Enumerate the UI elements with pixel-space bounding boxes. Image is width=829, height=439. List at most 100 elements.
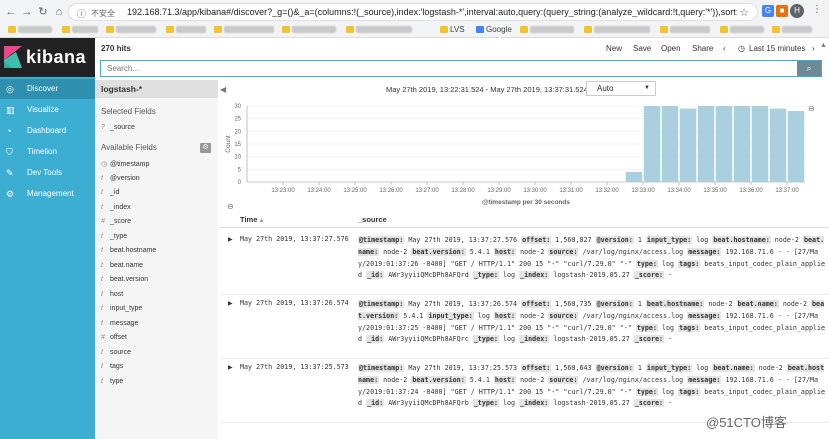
bookmark-blurred[interactable]	[106, 25, 156, 34]
scroll-up-icon[interactable]: ▲	[820, 42, 827, 49]
available-field-item[interactable]: t _id	[101, 189, 119, 196]
available-field-item[interactable]: t input_type	[101, 305, 142, 312]
bookmark-blurred[interactable]	[660, 25, 710, 34]
available-field-item[interactable]: t beat.name	[101, 262, 143, 269]
source-field-key: @timestamp:	[358, 300, 405, 308]
search-input[interactable]	[107, 62, 797, 75]
kibana-logo[interactable]: kibana	[0, 38, 95, 77]
timepicker-button[interactable]: Last 15 minutes	[749, 44, 805, 53]
field-type-icon: t	[101, 276, 103, 283]
available-field-item[interactable]: ◷ @timestamp	[101, 160, 149, 168]
y-tick-label: 10	[234, 155, 241, 161]
bookmark-google[interactable]: Google	[476, 25, 512, 34]
bookmark-blurred[interactable]	[720, 25, 764, 34]
available-field-item[interactable]: t host	[101, 291, 123, 298]
interval-select[interactable]: Auto ▼	[586, 81, 656, 96]
histogram-chart[interactable]: 0 5 10 15 20 25 30 Count 13:23:00 13:24:00 13:25:0…	[220, 98, 829, 210]
source-field-key: input_type:	[427, 311, 474, 320]
share-button[interactable]: Share	[692, 44, 713, 53]
bookmark-blurred[interactable]	[214, 25, 274, 34]
bookmark-blurred[interactable]	[346, 25, 412, 34]
search-button[interactable]: ⌕	[797, 61, 821, 76]
nav-discover[interactable]: ◎ Discover	[0, 79, 95, 99]
row-time: May 27th 2019, 13:37:26.574	[240, 299, 349, 307]
url-text[interactable]: 192.168.71.3/app/kibana#/discover?_g=()&…	[127, 7, 737, 17]
available-field-item[interactable]: t @version	[101, 175, 140, 182]
nav-timelion[interactable]: ⛉ Timelion	[0, 142, 95, 162]
chevron-right-icon[interactable]: ›	[812, 44, 815, 53]
selected-fields-title: Selected Fields	[101, 107, 156, 116]
back-arrow-icon[interactable]: ←	[4, 5, 18, 19]
source-field-value: -	[668, 335, 673, 344]
extension-icon[interactable]: ■	[776, 5, 788, 17]
home-icon[interactable]: ⌂	[52, 5, 66, 19]
bookmark-blurred[interactable]	[8, 25, 52, 34]
row-time: May 27th 2019, 13:37:27.576	[240, 235, 349, 243]
bookmark-blurred[interactable]	[166, 25, 206, 34]
bookmark-blurred[interactable]	[772, 25, 812, 34]
bookmark-blurred[interactable]	[584, 25, 650, 34]
source-field-value: logstash-2019.05.27	[553, 399, 630, 408]
info-icon[interactable]: ⓘ	[77, 7, 86, 20]
available-field-item[interactable]: t source	[101, 349, 131, 356]
table-row[interactable]: ▶ May 27th 2019, 13:37:27.576 @timestamp: …	[220, 232, 829, 295]
nav-management[interactable]: ⚙ Management	[0, 184, 95, 204]
collapse-chart-icon[interactable]: ⊖	[227, 202, 234, 211]
clock-icon: ◷	[738, 44, 745, 53]
field-type-icon: t	[101, 247, 103, 254]
available-field-item[interactable]: t _index	[101, 204, 131, 211]
save-button[interactable]: Save	[633, 44, 651, 53]
available-field-item[interactable]: t message	[101, 320, 138, 327]
source-field-value: log	[502, 271, 516, 280]
source-field-key: message:	[687, 247, 722, 256]
open-button[interactable]: Open	[661, 44, 681, 53]
index-pattern-selector[interactable]: logstash-*	[95, 80, 218, 98]
source-field-value: log	[696, 236, 709, 244]
address-bar[interactable]: ⓘ 不安全 192.168.71.3/app/kibana#/discover?…	[68, 3, 758, 21]
reload-icon[interactable]: ↻	[36, 5, 50, 19]
source-field-value: logstash-2019.05.27	[553, 271, 630, 280]
bookmark-blurred[interactable]	[282, 25, 336, 34]
available-field-item[interactable]: t beat.version	[101, 276, 148, 283]
bookmark-lvs[interactable]: LVS	[440, 25, 465, 34]
available-field-item[interactable]: t _type	[101, 233, 127, 240]
bookmark-star-icon[interactable]: ☆	[739, 6, 749, 19]
selected-field-item[interactable]: ? _source	[101, 124, 135, 131]
expand-row-icon[interactable]: ▶	[228, 236, 233, 243]
time-column-header[interactable]: Time ▴	[240, 215, 263, 224]
browser-menu-icon[interactable]: ⋮	[812, 4, 822, 15]
source-field-value: node-2	[758, 364, 783, 372]
nav-visualize[interactable]: ▥ Visualize	[0, 100, 95, 120]
bookmark-blurred[interactable]	[62, 25, 98, 34]
y-axis-label: Count	[225, 135, 232, 153]
field-type-icon: t	[101, 377, 103, 385]
source-field-value: 1	[637, 236, 642, 244]
caret-down-icon: ▼	[644, 85, 650, 91]
hits-count: 270 hits	[101, 44, 131, 53]
available-field-item[interactable]: t beat.hostname	[101, 247, 156, 254]
available-field-item[interactable]: t tags	[101, 363, 123, 370]
source-field-value: log	[477, 311, 490, 320]
available-field-item[interactable]: # offset	[101, 334, 127, 341]
profile-avatar[interactable]: H	[790, 4, 804, 18]
nav-dashboard[interactable]: ◔ Dashboard	[0, 121, 95, 141]
translate-extension-icon[interactable]: G	[762, 5, 774, 17]
source-field-value: node-2	[520, 375, 545, 384]
new-button[interactable]: New	[606, 44, 622, 53]
forward-arrow-icon[interactable]: →	[20, 5, 34, 19]
bookmark-blurred[interactable]	[520, 25, 574, 34]
available-field-item[interactable]: t type	[101, 378, 123, 385]
field-settings-gear-icon[interactable]: ⚙	[200, 143, 211, 153]
source-field-value: log	[502, 399, 516, 408]
expand-row-icon[interactable]: ▶	[228, 300, 233, 307]
collapse-sidebar-icon[interactable]: ◀	[220, 85, 226, 94]
source-field-key: _id:	[366, 271, 385, 280]
source-field-value: logstash-2019.05.27	[553, 335, 630, 344]
nav-dev-tools[interactable]: ✎ Dev Tools	[0, 163, 95, 183]
expand-row-icon[interactable]: ▶	[228, 364, 233, 371]
histogram-bar	[715, 106, 733, 182]
available-field-item[interactable]: # _score	[101, 218, 131, 225]
source-field-key: @version:	[595, 236, 634, 244]
chevron-left-icon[interactable]: ‹	[723, 44, 726, 53]
table-row[interactable]: ▶ May 27th 2019, 13:37:26.574 @timestamp: …	[220, 296, 829, 359]
